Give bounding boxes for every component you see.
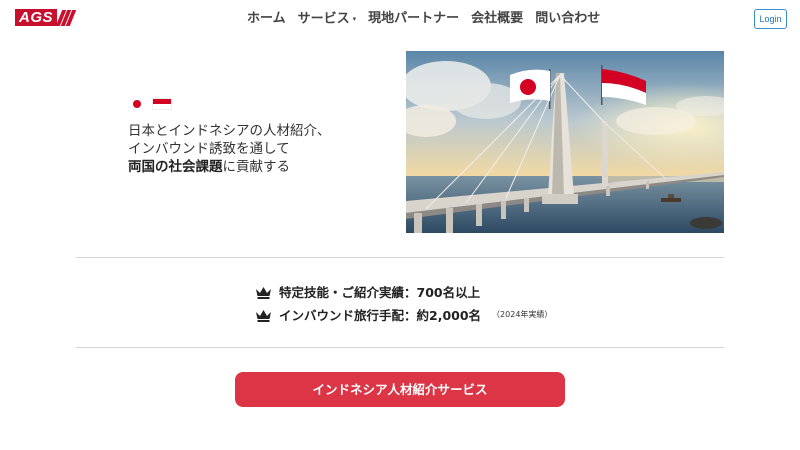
indonesia-flag-icon: [152, 98, 172, 110]
nav-item-services[interactable]: サービス ▾: [298, 10, 357, 29]
japan-flag-icon: [128, 98, 146, 110]
tagline-rest: に貢献する: [222, 159, 291, 175]
tagline-line-3: 両国の社会課題に貢献する: [128, 158, 331, 176]
nav-item-services-label: サービス: [297, 11, 350, 27]
caret-down-icon: ▾: [352, 15, 357, 23]
divider-bottom: [76, 347, 724, 348]
nav-item-home[interactable]: ホーム: [247, 10, 286, 29]
crown-icon: [256, 309, 271, 322]
login-button[interactable]: Login: [754, 9, 787, 29]
logo-text: AGS: [15, 9, 58, 26]
stat-note: （2024年実績）: [492, 310, 553, 319]
logo-slashes: [55, 9, 77, 26]
tagline-line-1: 日本とインドネシアの人材紹介、: [128, 123, 331, 139]
stat-item-inbound: インバウンド旅行手配：約2,000名 （2024年実績）: [255, 305, 552, 324]
stat-text: インバウンド旅行手配：約2,000名: [279, 308, 482, 323]
stat-item-referrals: 特定技能・ご紹介実績：700名以上: [255, 282, 480, 301]
stat-text: 特定技能・ご紹介実績：700名以上: [279, 285, 481, 300]
divider-top: [76, 257, 724, 258]
crown-icon: [256, 286, 271, 299]
tagline-emphasis: 両国の社会課題: [128, 159, 223, 175]
main-nav: ホーム サービス ▾ 現地パートナー 会社概要 問い合わせ: [247, 10, 600, 29]
hero-bridge-image: [406, 51, 724, 233]
tagline-line-2: インバウンド誘致を通して: [128, 141, 290, 157]
hero-tagline: 日本とインドネシアの人材紹介、 インバウンド誘致を通して 両国の社会課題に貢献す…: [128, 122, 331, 176]
nav-item-contact[interactable]: 問い合わせ: [535, 10, 600, 29]
flags: [128, 98, 172, 110]
logo[interactable]: AGS: [15, 9, 77, 26]
nav-item-local-partners[interactable]: 現地パートナー: [368, 10, 459, 29]
nav-item-company[interactable]: 会社概要: [471, 10, 523, 29]
indonesia-talent-service-button[interactable]: インドネシア人材紹介サービス: [235, 372, 565, 407]
